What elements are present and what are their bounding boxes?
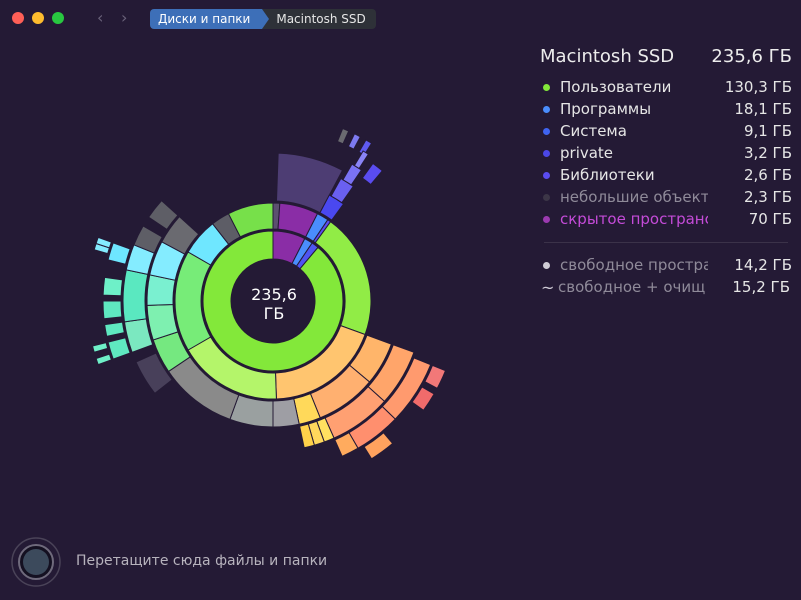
- legend-dot-icon: [543, 193, 550, 201]
- legend-dot-icon: [543, 215, 550, 223]
- sunburst-segment[interactable]: [102, 276, 124, 297]
- legend-item-name: небольшие объекты: [560, 188, 708, 206]
- sunburst-segment[interactable]: [95, 353, 113, 366]
- disk-name: Macintosh SSD: [540, 45, 675, 67]
- legend-item[interactable]: Библиотеки 2,6 ГБ: [540, 164, 792, 186]
- legend-item-name: Программы: [560, 100, 652, 118]
- legend-item-size: 130,3 ГБ: [724, 78, 792, 96]
- system-segment[interactable]: [353, 150, 370, 170]
- legend-item-name: скрытое пространство: [560, 210, 708, 228]
- divider: [544, 242, 788, 243]
- sunburst-segment[interactable]: [104, 321, 125, 337]
- free-dot-icon: [543, 261, 550, 269]
- disk-summary: Macintosh SSD 235,6 ГБ: [540, 42, 792, 70]
- sunburst-segment[interactable]: [336, 127, 350, 145]
- sunburst-segment[interactable]: [102, 300, 123, 320]
- legend-item-size: 70 ГБ: [748, 210, 792, 228]
- drop-hint-text: Перетащите сюда файлы и папки: [76, 553, 328, 569]
- center-total-unit: ГБ: [263, 304, 285, 323]
- legend-item-name: private: [560, 144, 614, 162]
- legend-item-size: 9,1 ГБ: [743, 122, 792, 140]
- legend-item[interactable]: Система 9,1 ГБ: [540, 120, 792, 142]
- legend-item[interactable]: небольшие объекты 2,3 ГБ: [540, 186, 792, 208]
- legend-item[interactable]: скрытое пространство 70 ГБ: [540, 208, 792, 230]
- info-panel: Macintosh SSD 235,6 ГБ Пользователи 130,3…: [540, 42, 792, 298]
- legend-item-size: 2,6 ГБ: [743, 166, 792, 184]
- center-total-value: 235,6: [251, 285, 297, 304]
- legend-item[interactable]: private 3,2 ГБ: [540, 142, 792, 164]
- legend-list: Пользователи 130,3 ГБ Программы 18,1 ГБ Сист…: [540, 76, 792, 230]
- legend-item-size: 3,2 ГБ: [743, 144, 792, 162]
- approx-icon: ~: [541, 277, 555, 297]
- free-space-list: свободное пространство 14,2 ГБ ~свободное …: [540, 254, 792, 298]
- drop-zone-icon[interactable]: [11, 537, 61, 587]
- legend-item[interactable]: Пользователи 130,3 ГБ: [540, 76, 792, 98]
- free-item-name: свободное + очищаемое: [558, 278, 706, 296]
- sunburst-segment[interactable]: [91, 342, 109, 353]
- sunburst-segment[interactable]: [107, 337, 131, 360]
- sunburst-segment[interactable]: [361, 162, 383, 186]
- legend-dot-icon: [543, 105, 550, 113]
- free-space-item[interactable]: ~свободное + очищаемое 15,2 ГБ: [540, 276, 792, 298]
- sunburst-segment[interactable]: [347, 133, 361, 150]
- legend-dot-icon: [543, 171, 550, 179]
- sunburst-segment[interactable]: [122, 269, 149, 323]
- legend-dot-icon: [543, 127, 550, 135]
- center-total-button[interactable]: 235,6 ГБ: [234, 285, 314, 323]
- disk-size: 235,6 ГБ: [711, 45, 792, 67]
- legend-item-name: Система: [560, 122, 627, 140]
- free-space-item[interactable]: свободное пространство 14,2 ГБ: [540, 254, 792, 276]
- free-item-size: 14,2 ГБ: [734, 256, 792, 274]
- legend-item-size: 2,3 ГБ: [743, 188, 792, 206]
- sunburst-segment[interactable]: [107, 242, 131, 265]
- legend-item[interactable]: Программы 18,1 ГБ: [540, 98, 792, 120]
- free-item-size: 15,2 ГБ: [732, 278, 790, 296]
- legend-dot-icon: [543, 83, 550, 91]
- free-item-name: свободное пространство: [560, 256, 708, 274]
- legend-item-name: Пользователи: [560, 78, 672, 96]
- legend-item-name: Библиотеки: [560, 166, 655, 184]
- legend-item-size: 18,1 ГБ: [734, 100, 792, 118]
- legend-dot-icon: [543, 149, 550, 157]
